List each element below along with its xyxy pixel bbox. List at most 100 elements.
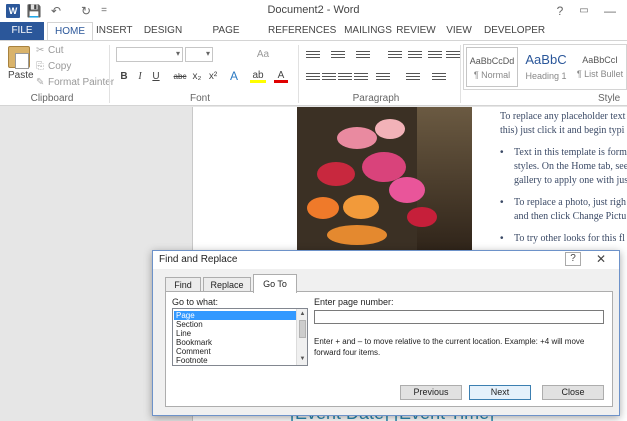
page-number-input[interactable] xyxy=(315,311,603,323)
format-painter-button[interactable]: ✎ Format Painter xyxy=(36,77,114,88)
tab-page-layout[interactable]: PAGE LAYOUT xyxy=(194,22,258,54)
list-scrollbar[interactable]: ▲ ▼ xyxy=(296,309,307,365)
font-color-button[interactable]: A xyxy=(274,69,288,83)
bold-button[interactable]: B xyxy=(118,70,130,84)
flower-cluster xyxy=(375,119,405,139)
list-item[interactable]: Footnote xyxy=(174,356,296,365)
style-list-bullet[interactable]: AaBbCcI ¶ List Bullet xyxy=(574,47,626,87)
tab-go-to[interactable]: Go To xyxy=(253,274,297,293)
styles-group-label: Style xyxy=(598,93,621,104)
doc-line: and then click Change Pictu xyxy=(514,211,627,222)
previous-button[interactable]: Previous xyxy=(400,385,462,400)
copy-label: Copy xyxy=(48,61,72,72)
shading-icon[interactable] xyxy=(406,71,420,83)
flower-cluster xyxy=(407,207,437,227)
close-button[interactable]: Close xyxy=(542,385,604,400)
ribbon-options-button[interactable]: ▭ xyxy=(574,2,594,20)
flower-cluster xyxy=(337,127,377,149)
tab-review[interactable]: REVIEW xyxy=(396,22,436,40)
paste-button[interactable]: Paste xyxy=(8,70,34,81)
doc-line: styles. On the Home tab, see xyxy=(514,161,627,172)
doc-line: To try other looks for this fl xyxy=(514,233,625,244)
minimize-button[interactable]: — xyxy=(600,2,620,20)
borders-icon[interactable] xyxy=(432,71,446,83)
font-size-combo[interactable]: ▾ xyxy=(185,47,213,62)
dialog-help-button[interactable]: ? xyxy=(565,252,581,266)
italic-button[interactable]: I xyxy=(134,70,146,84)
text-effects-button[interactable]: A xyxy=(227,69,241,83)
style-normal[interactable]: AaBbCcDd ¶ Normal xyxy=(466,47,518,87)
strikethrough-button[interactable]: abc xyxy=(172,70,188,84)
line-spacing-icon[interactable] xyxy=(376,71,390,83)
align-left-icon[interactable] xyxy=(306,71,320,83)
subscript-button[interactable]: x₂ xyxy=(190,70,204,84)
tab-find[interactable]: Find xyxy=(165,277,201,292)
underline-button[interactable]: U xyxy=(150,70,162,84)
tab-find-label: Find xyxy=(174,280,192,290)
increase-indent-icon[interactable] xyxy=(408,49,422,61)
flower-cluster xyxy=(389,177,425,203)
doc-line: this) just click it and begin typi xyxy=(500,125,625,136)
style-sample: AaBbCcDd xyxy=(469,56,515,66)
title-bar: W 💾 ↶ ↻ = Document2 - Word ? ▭ — xyxy=(0,0,627,22)
tab-mailings[interactable]: MAILINGS xyxy=(340,22,396,40)
doc-line: To replace a photo, just righ xyxy=(514,197,627,208)
cut-button[interactable]: ✂ Cut xyxy=(36,45,64,56)
find-replace-dialog: Find and Replace ? ✕ Find Replace Go To … xyxy=(152,250,620,416)
group-divider xyxy=(298,45,299,103)
tab-view[interactable]: VIEW xyxy=(442,22,476,40)
list-item[interactable]: Comment xyxy=(174,347,296,356)
align-center-icon[interactable] xyxy=(322,71,336,83)
tab-file[interactable]: FILE xyxy=(0,22,44,40)
ribbon: Paste ✂ Cut ⎘ Copy ✎ Format Painter Clipboa… xyxy=(0,40,627,106)
sort-icon[interactable] xyxy=(428,49,442,61)
highlight-button[interactable]: ab xyxy=(250,69,266,83)
style-name: Heading 1 xyxy=(525,71,567,81)
numbering-icon[interactable] xyxy=(331,49,345,61)
paste-icon[interactable] xyxy=(8,46,30,69)
brush-icon: ✎ xyxy=(36,77,45,88)
go-to-what-label: Go to what: xyxy=(172,297,219,307)
show-formatting-icon[interactable] xyxy=(446,49,460,61)
tab-insert[interactable]: INSERT xyxy=(96,22,133,40)
page-number-field[interactable] xyxy=(314,310,604,324)
scrollbar-thumb[interactable] xyxy=(299,320,306,338)
dialog-close-button[interactable]: ✕ xyxy=(585,252,617,266)
copy-button[interactable]: ⎘ Copy xyxy=(36,61,71,72)
format-painter-label: Format Painter xyxy=(48,77,115,88)
help-button[interactable]: ? xyxy=(550,2,570,20)
decrease-indent-icon[interactable] xyxy=(388,49,402,61)
doc-line: gallery to apply one with jus xyxy=(514,175,627,186)
align-right-icon[interactable] xyxy=(338,71,352,83)
group-divider xyxy=(109,45,110,103)
scroll-down-icon[interactable]: ▼ xyxy=(298,355,307,364)
font-group-label: Font xyxy=(189,93,210,104)
tab-replace-label: Replace xyxy=(210,280,244,290)
multilevel-list-icon[interactable] xyxy=(356,49,370,61)
list-item[interactable]: Bookmark xyxy=(174,338,296,347)
tab-home[interactable]: HOME xyxy=(47,22,93,40)
grow-font-button[interactable]: Aa xyxy=(252,48,274,62)
tab-references[interactable]: REFERENCES xyxy=(268,22,336,40)
next-button[interactable]: Next xyxy=(469,385,531,400)
style-heading-1[interactable]: AaBbC Heading 1 xyxy=(520,47,572,87)
tab-go-to-label: Go To xyxy=(263,279,287,289)
list-item[interactable]: Line xyxy=(174,329,296,338)
dialog-title-bar[interactable]: Find and Replace ? ✕ xyxy=(153,251,619,269)
list-item[interactable]: Page xyxy=(174,311,296,320)
flower-cluster xyxy=(307,197,339,219)
bullet-icon: • xyxy=(500,197,504,208)
scroll-up-icon[interactable]: ▲ xyxy=(298,310,307,319)
bullets-icon[interactable] xyxy=(306,49,320,61)
go-to-what-list[interactable]: Page Section Line Bookmark Comment Footn… xyxy=(172,308,308,366)
superscript-button[interactable]: x² xyxy=(206,70,220,84)
tab-design[interactable]: DESIGN xyxy=(142,22,184,40)
justify-icon[interactable] xyxy=(354,71,368,83)
list-item[interactable]: Section xyxy=(174,320,296,329)
tab-replace[interactable]: Replace xyxy=(203,277,251,292)
bullet-icon: • xyxy=(500,233,504,244)
window-title: Document2 - Word xyxy=(267,4,360,16)
font-name-combo[interactable]: ▾ xyxy=(116,47,183,62)
flower-photo[interactable] xyxy=(297,107,472,257)
tab-developer[interactable]: DEVELOPER xyxy=(484,22,545,40)
